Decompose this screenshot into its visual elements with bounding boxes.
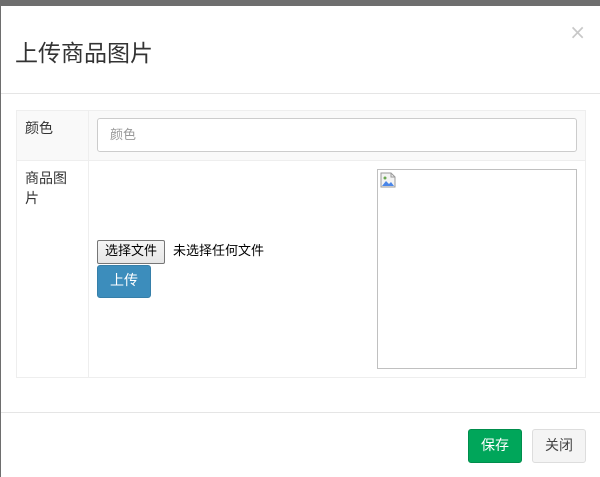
choose-file-button[interactable]: 选择文件 xyxy=(97,240,166,264)
image-preview xyxy=(377,169,577,369)
color-row: 颜色 xyxy=(17,111,585,161)
close-icon[interactable]: × xyxy=(569,22,586,42)
file-status-text: 未选择任何文件 xyxy=(173,244,265,259)
color-label: 颜色 xyxy=(17,111,89,160)
color-input[interactable] xyxy=(97,118,577,152)
form-table: 颜色 商品图片 选择文件 未选择任何文件 上传 xyxy=(16,110,586,378)
upload-button[interactable]: 上传 xyxy=(97,265,151,298)
upload-image-dialog: 上传商品图片 × 颜色 商品图片 选择文件 未选择任何文件 上传 保存 关闭 xyxy=(1,6,600,477)
dialog-header: 上传商品图片 × xyxy=(1,6,600,94)
image-row: 商品图片 选择文件 未选择任何文件 上传 xyxy=(17,161,585,377)
save-button[interactable]: 保存 xyxy=(468,429,522,463)
dialog-title: 上传商品图片 xyxy=(15,41,153,67)
dialog-footer: 保存 关闭 xyxy=(1,412,600,477)
close-button[interactable]: 关闭 xyxy=(532,429,586,463)
image-label: 商品图片 xyxy=(17,161,89,377)
broken-image-icon xyxy=(380,172,396,188)
